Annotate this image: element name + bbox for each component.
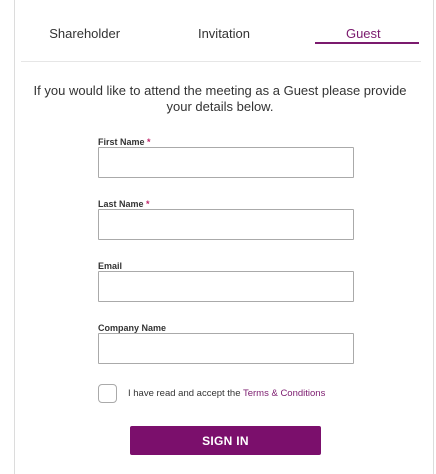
tab-invitation[interactable]: Invitation (154, 0, 293, 62)
guest-intro-text: If you would like to attend the meeting … (33, 83, 407, 114)
first-name-label-text: First Name (98, 137, 145, 147)
email-label: Email (98, 261, 122, 271)
sign-in-button[interactable]: SIGN IN (130, 426, 321, 455)
last-name-input[interactable] (98, 209, 354, 240)
required-mark: * (146, 199, 150, 209)
company-name-label: Company Name (98, 323, 166, 333)
terms-label: I have read and accept the Terms & Condi… (128, 388, 325, 399)
terms-link[interactable]: Terms & Conditions (243, 388, 325, 399)
tabs-divider (21, 61, 421, 62)
email-label-text: Email (98, 261, 123, 271)
last-name-label-text: Last Name (98, 199, 144, 209)
company-name-label-text: Company Name (98, 323, 167, 333)
terms-text: I have read and accept the (128, 388, 243, 399)
first-name-input[interactable] (98, 147, 354, 178)
tab-guest[interactable]: Guest (294, 0, 433, 62)
terms-checkbox[interactable] (98, 384, 117, 403)
email-input[interactable] (98, 271, 354, 302)
login-tabs: Shareholder Invitation Guest (15, 0, 433, 62)
active-tab-indicator (315, 42, 419, 44)
first-name-label: First Name * (98, 137, 151, 147)
tab-shareholder[interactable]: Shareholder (15, 0, 154, 62)
last-name-label: Last Name * (98, 199, 150, 209)
required-mark: * (147, 137, 151, 147)
company-name-input[interactable] (98, 333, 354, 364)
